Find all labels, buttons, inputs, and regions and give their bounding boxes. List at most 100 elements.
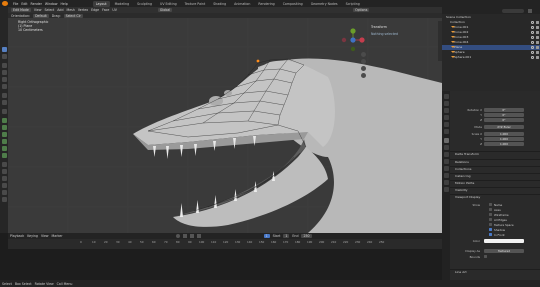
end-field[interactable]: 250	[301, 234, 312, 238]
poly-build-icon[interactable]	[1, 153, 7, 158]
timeline-menu-marker[interactable]: Marker	[52, 234, 63, 238]
cursor-icon[interactable]	[1, 54, 7, 59]
tab-uv-editing[interactable]: UV Editing	[157, 1, 180, 7]
perspective-toggle-icon[interactable]	[361, 73, 366, 78]
menu-file[interactable]: File	[13, 2, 18, 6]
drag-dropdown[interactable]: Select Cir	[63, 13, 83, 18]
play-icon[interactable]	[189, 234, 194, 238]
eye-icon[interactable]	[531, 21, 534, 24]
world-tab-icon[interactable]	[443, 129, 449, 134]
eye-icon[interactable]	[531, 26, 534, 29]
eye-icon[interactable]	[531, 56, 534, 59]
view-layer-tab-icon[interactable]	[443, 115, 449, 120]
color-swatch[interactable]	[484, 239, 524, 243]
outliner-row-sphere-001[interactable]: Sphere.001	[442, 55, 540, 60]
menu-face[interactable]: Face	[102, 8, 109, 12]
material-tab-icon[interactable]	[443, 180, 449, 185]
rotation-mode-dropdown[interactable]: XYZ Euler	[484, 125, 524, 129]
menu-edge[interactable]: Edge	[91, 8, 99, 12]
scale-y-field[interactable]: 1.000	[484, 137, 524, 141]
scale-x-field[interactable]: 1.000	[484, 132, 524, 136]
output-tab-icon[interactable]	[443, 108, 449, 113]
camera-icon[interactable]	[535, 56, 539, 59]
particles-tab-icon[interactable]	[443, 152, 449, 157]
constraints-tab-icon[interactable]	[443, 166, 449, 171]
loop-cut-icon[interactable]	[1, 139, 7, 144]
menu-vertex[interactable]: Vertex	[78, 8, 88, 12]
motion-paths-panel[interactable]: Motion Paths	[450, 180, 540, 185]
pan-icon[interactable]	[361, 59, 366, 64]
menu-add[interactable]: Add	[57, 8, 63, 12]
shadow-checkbox[interactable]	[489, 228, 492, 231]
jump-end-icon[interactable]	[196, 234, 201, 238]
inset-icon[interactable]	[1, 125, 7, 130]
tab-shading[interactable]: Shading	[210, 1, 229, 7]
camera-view-icon[interactable]	[361, 66, 366, 71]
render-tab-icon[interactable]	[443, 101, 449, 106]
tab-scripting[interactable]: Scripting	[343, 1, 363, 7]
transform-icon[interactable]	[1, 84, 7, 89]
current-frame-field[interactable]: 1	[263, 234, 270, 238]
instancing-panel[interactable]: Instancing	[450, 173, 540, 178]
select-box-icon[interactable]	[1, 47, 7, 52]
rotate-icon[interactable]	[1, 70, 7, 75]
measure-icon[interactable]	[1, 100, 7, 105]
relations-panel[interactable]: Relations	[450, 159, 540, 164]
delta-transform-panel[interactable]: Delta Transform	[450, 151, 540, 156]
scale-z-field[interactable]: 1.000	[484, 142, 524, 146]
tool-tab-icon[interactable]	[443, 94, 449, 99]
edge-slide-icon[interactable]	[1, 176, 7, 181]
camera-icon[interactable]	[535, 46, 539, 49]
texture-space-checkbox[interactable]	[489, 223, 492, 226]
menu-select[interactable]: Select	[44, 8, 54, 12]
menu-edit[interactable]: Edit	[21, 2, 27, 6]
camera-icon[interactable]	[535, 26, 539, 29]
menu-mesh[interactable]: Mesh	[66, 8, 74, 12]
shrink-fatten-icon[interactable]	[1, 183, 7, 188]
eye-icon[interactable]	[531, 36, 534, 39]
spin-icon[interactable]	[1, 162, 7, 167]
timeline-menu-keying[interactable]: Keying	[27, 234, 38, 238]
bounds-checkbox[interactable]	[484, 255, 487, 258]
add-cube-icon[interactable]	[1, 109, 7, 114]
navigation-gizmo[interactable]	[340, 27, 366, 53]
modifier-tab-icon[interactable]	[443, 145, 449, 150]
record-icon[interactable]	[175, 234, 180, 238]
tab-animation[interactable]: Animation	[231, 1, 253, 7]
data-tab-icon[interactable]	[443, 173, 449, 178]
tab-modeling[interactable]: Modeling	[112, 1, 133, 7]
jump-start-icon[interactable]	[182, 234, 187, 238]
extrude-icon[interactable]	[1, 118, 7, 123]
3d-viewport[interactable]: Edit Mode View Select Add Mesh Vertex Ed…	[8, 7, 442, 233]
camera-icon[interactable]	[535, 41, 539, 44]
bevel-icon[interactable]	[1, 132, 7, 137]
annotate-icon[interactable]	[1, 93, 7, 98]
physics-tab-icon[interactable]	[443, 159, 449, 164]
options-dropdown[interactable]: Options	[353, 8, 370, 12]
axes-checkbox[interactable]	[489, 208, 492, 211]
menu-help[interactable]: Help	[60, 2, 67, 6]
menu-uv[interactable]: UV	[112, 8, 117, 12]
filter-icon[interactable]	[528, 8, 532, 13]
eye-icon[interactable]	[531, 31, 534, 34]
viewport-display-panel[interactable]: Viewport Display	[450, 194, 540, 199]
menu-window[interactable]: Window	[45, 2, 58, 6]
mode-dropdown[interactable]: Edit Mode	[11, 8, 31, 12]
tab-sculpting[interactable]: Sculpting	[134, 1, 155, 7]
timeline-menu-playback[interactable]: Playback	[10, 234, 24, 238]
tab-rendering[interactable]: Rendering	[255, 1, 277, 7]
camera-icon[interactable]	[535, 36, 539, 39]
move-icon[interactable]	[1, 63, 7, 68]
rip-region-icon[interactable]	[1, 197, 7, 202]
texture-tab-icon[interactable]	[443, 187, 449, 192]
blender-logo-icon[interactable]	[2, 1, 8, 6]
menu-view[interactable]: View	[34, 8, 42, 12]
rotation-x-field[interactable]: 0°	[484, 108, 524, 112]
eye-icon[interactable]	[531, 46, 534, 49]
object-tab-icon[interactable]	[443, 138, 449, 143]
orientation-dropdown[interactable]: Default	[33, 13, 49, 18]
eye-icon[interactable]	[531, 41, 534, 44]
timeline-menu-view[interactable]: View	[41, 234, 49, 238]
in-front-checkbox[interactable]	[489, 233, 492, 236]
tab-geometry-nodes[interactable]: Geometry Nodes	[308, 1, 341, 7]
